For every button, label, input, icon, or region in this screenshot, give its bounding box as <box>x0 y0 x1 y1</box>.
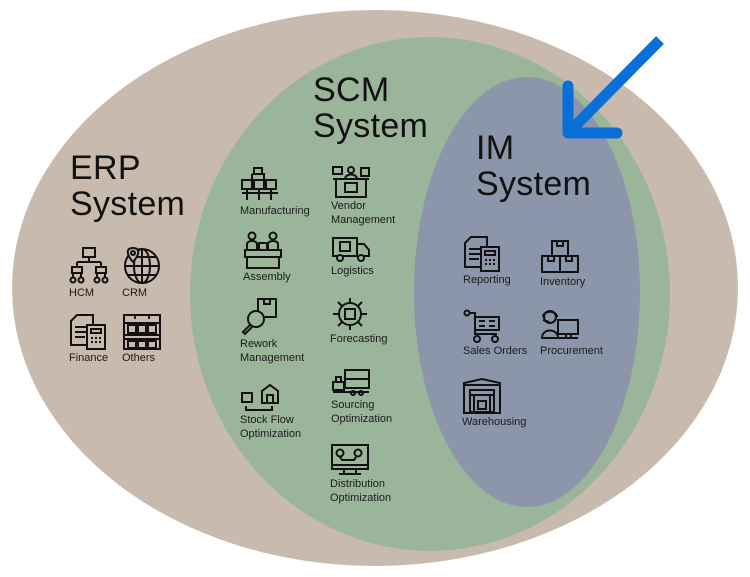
document-calculator-icon <box>70 314 106 350</box>
assembly-line-icon <box>244 231 282 269</box>
factory-boxes-icon <box>241 167 278 200</box>
scm-item-rework-management: Rework Management <box>240 297 304 365</box>
delivery-truck-icon <box>332 237 370 262</box>
scm-item-label: Logistics <box>331 265 374 277</box>
stacked-boxes-icon <box>541 240 579 273</box>
globe-pin-icon <box>124 246 160 284</box>
erp-title-line1: ERP <box>70 149 141 187</box>
scm-item-label: Distribution Optimization <box>330 478 392 504</box>
erp-title-line2: System <box>70 185 186 223</box>
scm-title: SCM System <box>313 72 428 144</box>
im-item-label: Procurement <box>540 345 603 357</box>
scm-item-label: Manufacturing <box>240 205 310 217</box>
im-item-sales-orders: Sales Orders <box>463 308 527 358</box>
scm-title-line1: SCM <box>313 71 390 109</box>
im-title: IM System <box>476 130 591 202</box>
scm-item-label: Rework Management <box>240 338 305 364</box>
im-item-inventory: Inventory <box>540 239 585 289</box>
org-chart-icon <box>69 247 109 284</box>
scm-item-label: Assembly <box>243 271 291 283</box>
warehouse-icon <box>463 377 501 414</box>
scm-item-label: Stock Flow Optimization <box>240 414 302 440</box>
im-title-line2: System <box>476 165 592 203</box>
shopping-cart-icon <box>463 309 500 343</box>
scm-item-label: Forecasting <box>330 333 388 345</box>
document-calculator-icon <box>464 236 500 272</box>
im-item-label: Inventory <box>540 276 586 288</box>
monitor-route-icon <box>331 444 369 475</box>
im-item-reporting: Reporting <box>463 235 511 287</box>
erp-item-label: HCM <box>69 287 95 299</box>
erp-item-label: Others <box>122 352 156 364</box>
scm-item-label: Vendor Management <box>331 200 396 226</box>
scm-item-manufacturing: Manufacturing <box>240 166 310 218</box>
erp-item-label: CRM <box>122 287 148 299</box>
erp-item-label: Finance <box>69 352 109 364</box>
erp-item-others: Others <box>122 313 162 365</box>
box-network-icon <box>333 298 367 330</box>
erp-item-finance: Finance <box>69 313 109 365</box>
shelves-boxes-icon <box>123 314 161 350</box>
magnifier-box-icon <box>241 298 277 336</box>
im-item-warehousing: Warehousing <box>462 377 526 429</box>
scm-item-distribution-optimization: Distribution Optimization <box>330 443 391 505</box>
scm-item-label: Sourcing Optimization <box>331 399 393 425</box>
agent-computer-icon <box>540 310 579 339</box>
scm-item-logistics: Logistics <box>331 236 374 278</box>
boxes-truck-icon <box>332 369 370 396</box>
im-title-line1: IM <box>476 129 515 167</box>
im-item-label: Warehousing <box>462 416 527 428</box>
box-to-warehouse-icon <box>241 383 279 411</box>
scm-item-assembly: Assembly <box>243 230 291 284</box>
im-item-label: Sales Orders <box>463 345 528 357</box>
scm-item-vendor-management: Vendor Management <box>331 165 395 227</box>
scm-item-sourcing-optimization: Sourcing Optimization <box>331 368 392 426</box>
im-item-label: Reporting <box>463 274 511 286</box>
vendor-counter-icon <box>332 166 370 198</box>
im-item-procurement: Procurement <box>540 308 603 358</box>
erp-title: ERP System <box>70 150 185 222</box>
scm-item-forecasting: Forecasting <box>330 296 387 346</box>
erp-item-crm: CRM <box>122 246 162 300</box>
scm-title-line2: System <box>313 107 429 145</box>
scm-item-stock-flow-optimization: Stock Flow Optimization <box>240 383 301 441</box>
erp-item-hcm: HCM <box>69 246 109 300</box>
